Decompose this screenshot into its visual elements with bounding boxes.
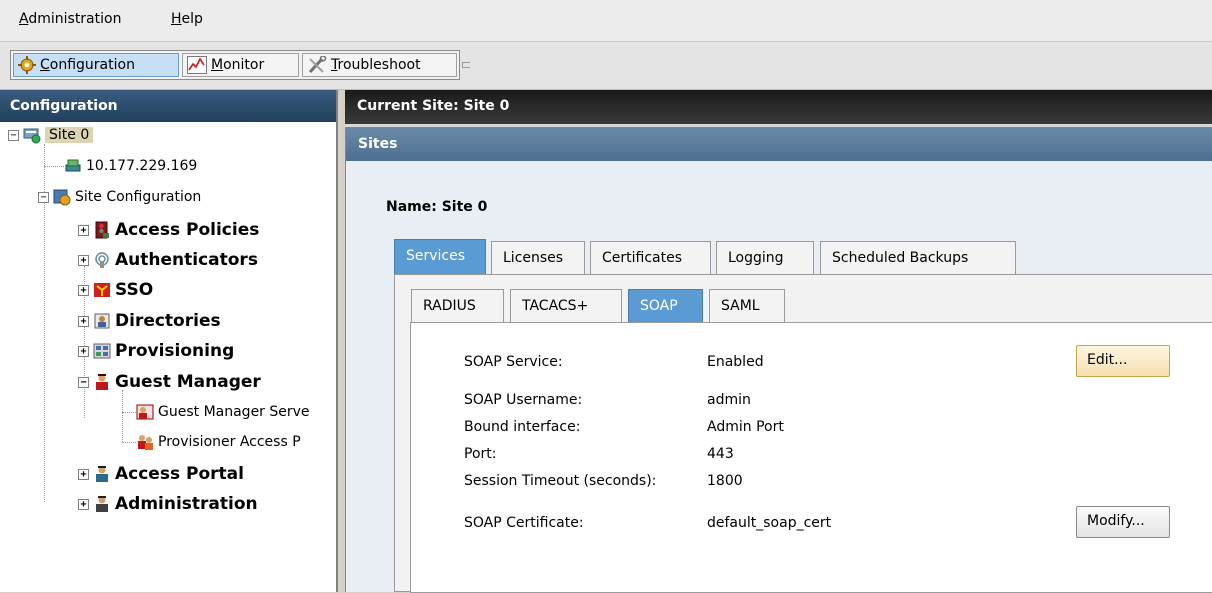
toolbar-group: Configuration Monitor Troubleshoot xyxy=(10,50,460,80)
subtab-tacacs[interactable]: TACACS+ xyxy=(510,289,622,323)
expand-icon[interactable]: + xyxy=(78,345,89,357)
monitor-button[interactable]: Monitor xyxy=(182,53,299,77)
tab-certificates[interactable]: Certificates xyxy=(590,241,711,275)
port-label: Port: xyxy=(464,446,497,462)
guest-manager-icon xyxy=(96,374,108,390)
site-configuration-icon xyxy=(53,189,71,206)
soap-certificate-label: SOAP Certificate: xyxy=(464,515,584,531)
menu-help[interactable]: Help xyxy=(171,11,203,27)
tree-node-authenticators[interactable]: + Authenticators xyxy=(78,250,258,270)
provisioner-access-icon xyxy=(138,435,153,450)
port-value: 443 xyxy=(707,446,734,462)
toolbar: Configuration Monitor Troubleshoot xyxy=(0,42,1212,90)
soap-username-value: admin xyxy=(707,392,751,408)
tree-line xyxy=(122,412,136,413)
tree-line xyxy=(122,442,136,443)
tree-node-site-configuration[interactable]: − Site Configuration xyxy=(38,188,201,206)
site-name: Name: Site 0 xyxy=(386,199,488,215)
subtab-soap[interactable]: SOAP xyxy=(628,289,703,323)
directories-icon xyxy=(94,313,110,329)
troubleshoot-button[interactable]: Troubleshoot xyxy=(302,53,457,77)
tree-node-provisioner-access[interactable]: Provisioner Access P xyxy=(122,433,301,451)
tree-node-directories[interactable]: + Directories xyxy=(78,311,221,331)
session-timeout-value: 1800 xyxy=(707,473,743,489)
site-icon xyxy=(23,128,41,144)
expand-icon[interactable]: + xyxy=(78,315,89,327)
main-content: Current Site: Site 0 Sites Name: Site 0 … xyxy=(345,90,1212,593)
services-tab-content: RADIUS TACACS+ SOAP SAML SOAP Service: E… xyxy=(394,274,1212,593)
chart-icon xyxy=(187,56,207,74)
subtab-saml[interactable]: SAML xyxy=(709,289,785,323)
provisioning-icon xyxy=(93,343,111,359)
tools-icon xyxy=(308,56,327,74)
tree-node-administration[interactable]: + Administration xyxy=(78,494,258,514)
expand-icon[interactable]: + xyxy=(78,284,89,296)
tree-node-sso[interactable]: + SSO xyxy=(78,280,153,300)
server-icon xyxy=(65,159,81,172)
expand-icon[interactable]: + xyxy=(78,498,89,510)
tree-node-access-policies[interactable]: + Access Policies xyxy=(78,220,259,240)
menu-bar: Administration Help xyxy=(0,0,1212,42)
tree-node-guest-manager-server[interactable]: Guest Manager Serve xyxy=(122,403,310,421)
tree-node-site[interactable]: − Site 0 xyxy=(8,126,94,144)
sites-header: Sites xyxy=(346,127,1212,161)
sites-panel: Sites Name: Site 0 Services Licenses Cer… xyxy=(345,127,1212,593)
edit-button[interactable]: Edit... xyxy=(1076,345,1170,377)
soap-settings: SOAP Service: Enabled Edit... SOAP Usern… xyxy=(410,322,1212,593)
soap-service-label: SOAP Service: xyxy=(464,354,563,370)
guest-manager-server-icon xyxy=(136,404,154,420)
expand-icon[interactable]: + xyxy=(78,254,89,266)
administration-icon xyxy=(96,496,108,512)
session-timeout-label: Session Timeout (seconds): xyxy=(464,473,657,489)
tab-licenses[interactable]: Licenses xyxy=(491,241,585,275)
current-site-bar: Current Site: Site 0 xyxy=(345,90,1212,124)
soap-service-value: Enabled xyxy=(707,354,764,370)
sso-icon xyxy=(94,283,110,297)
configuration-tree-panel: Configuration − Site 0 10.177.229.169 − xyxy=(0,90,338,592)
tree-line xyxy=(44,166,64,167)
soap-username-label: SOAP Username: xyxy=(464,392,583,408)
tree-node-ip[interactable]: 10.177.229.169 xyxy=(44,157,197,175)
menu-administration[interactable]: Administration xyxy=(19,11,121,27)
configuration-button[interactable]: Configuration xyxy=(13,53,179,77)
expand-icon[interactable]: + xyxy=(78,468,89,480)
tab-logging[interactable]: Logging xyxy=(716,241,814,275)
tree-node-access-portal[interactable]: + Access Portal xyxy=(78,464,244,484)
toolbar-grip[interactable] xyxy=(462,62,470,68)
tab-services[interactable]: Services xyxy=(394,239,486,275)
panel-title: Configuration xyxy=(0,90,336,122)
expand-icon[interactable]: + xyxy=(78,224,89,236)
access-policies-icon xyxy=(95,221,109,239)
tab-scheduled-backups[interactable]: Scheduled Backups xyxy=(820,241,1016,275)
soap-certificate-value: default_soap_cert xyxy=(707,515,832,531)
bound-interface-label: Bound interface: xyxy=(464,419,581,435)
tree-node-guest-manager[interactable]: − Guest Manager xyxy=(78,372,261,392)
collapse-icon[interactable]: − xyxy=(38,191,49,203)
collapse-icon[interactable]: − xyxy=(78,376,89,388)
bound-interface-value: Admin Port xyxy=(707,419,784,435)
gear-icon xyxy=(18,56,36,74)
tree-node-provisioning[interactable]: + Provisioning xyxy=(78,341,234,361)
subtab-radius[interactable]: RADIUS xyxy=(411,289,504,323)
access-portal-icon xyxy=(96,466,108,482)
authenticators-icon xyxy=(95,252,109,268)
modify-button[interactable]: Modify... xyxy=(1076,506,1170,538)
collapse-icon[interactable]: − xyxy=(8,129,19,141)
